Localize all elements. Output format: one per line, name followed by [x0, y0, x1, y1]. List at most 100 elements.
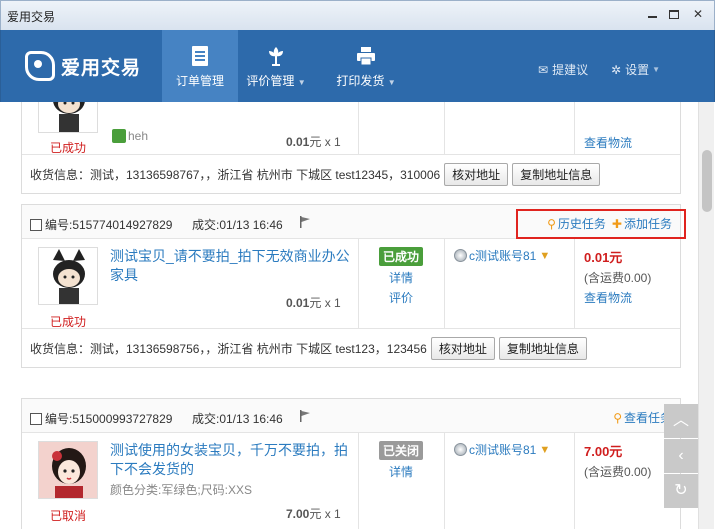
highlight-annotation-box [516, 209, 686, 239]
vertical-scrollbar[interactable] [698, 102, 714, 529]
order-number: 编号:515774014927829 [45, 218, 173, 232]
column-divider [574, 433, 575, 529]
maximize-icon[interactable] [665, 7, 683, 23]
task-links: ⚲ 查看任务 [607, 409, 672, 426]
shipping-info-row: 收货信息：测试，13136598767，，浙江省 杭州市 下城区 test123… [22, 155, 680, 193]
buyer-avatar-icon [454, 443, 467, 456]
window-title: 爱用交易 [7, 10, 56, 24]
search-icon: ⚲ [613, 410, 622, 425]
settings-link[interactable]: ✲ 设置 ▼ [611, 61, 660, 78]
shipping-info-row: 收货信息：测试，13136598756，，浙江省 杭州市 下城区 test123… [22, 329, 680, 367]
mail-icon: ✉ [538, 62, 549, 77]
app-logo: 爱用交易 [25, 50, 141, 82]
order-state: 已成功 [49, 315, 86, 329]
deal-time: 成交:01/13 16:46 [192, 412, 283, 426]
column-divider [444, 102, 445, 154]
refresh-icon: ↻ [674, 482, 688, 499]
order-card: 编号:515000993727829 成交:01/13 16:46 ⚲ 查看任务 … [21, 398, 681, 529]
order-checkbox[interactable] [30, 219, 42, 231]
payment-amount: 7.00元 [584, 444, 623, 459]
details-link[interactable]: 详情 [358, 463, 444, 480]
review-link[interactable]: 评价 [358, 289, 444, 306]
window-titlebar[interactable]: 爱用交易 ✕ [0, 0, 715, 30]
minimize-icon[interactable] [643, 7, 661, 23]
order-card: 已成功 heh 0.01元 x 1 查看物流 收货信息：测试，131365987… [21, 102, 681, 194]
details-link[interactable]: 详情 [358, 269, 444, 286]
status-column: 已关闭 详情 [358, 441, 444, 480]
price-value: 0.01 [286, 296, 310, 310]
chevron-up-icon: ︿ [672, 412, 689, 429]
filter-icon[interactable]: ▼ [539, 250, 550, 262]
order-list[interactable]: 已成功 heh 0.01元 x 1 查看物流 收货信息：测试，131365987… [1, 102, 698, 529]
nav-order-management[interactable]: 订单管理 [162, 30, 238, 102]
order-body: 已取消 测试使用的女装宝贝，千万不要拍，拍下不会发货的 颜色分类:军绿色;尺码:… [22, 433, 680, 529]
price-value: 0.01 [286, 135, 310, 149]
logo-text: 爱用交易 [61, 57, 142, 79]
column-divider [358, 102, 359, 154]
scroll-top-button[interactable]: ︿ [664, 404, 698, 438]
nav-label: 评价管理 [246, 74, 295, 88]
chevron-down-icon: ▼ [652, 65, 660, 74]
suggest-link[interactable]: ✉ 提建议 [538, 61, 588, 78]
item-price: 0.01元 x 1 [286, 133, 341, 150]
status-badge: 已关闭 [378, 441, 423, 460]
gear-icon: ✲ [611, 62, 622, 77]
order-checkbox[interactable] [30, 413, 42, 425]
price-unit: 元 x 1 [309, 135, 341, 149]
nav-label: 订单管理 [175, 74, 224, 88]
collapse-button[interactable]: ‹ [664, 439, 698, 473]
flower-icon [269, 47, 283, 66]
view-logistics-link[interactable]: 查看物流 [584, 289, 651, 306]
item-price: 7.00元 x 1 [286, 505, 341, 522]
refresh-button[interactable]: ↻ [664, 474, 698, 508]
order-state: 已取消 [49, 509, 86, 523]
scrollbar-thumb[interactable] [702, 150, 712, 212]
view-logistics-link[interactable]: 查看物流 [584, 134, 632, 151]
buyer-name[interactable]: heh [112, 129, 148, 143]
shipping-fee-note: (含运费0.00) [584, 271, 652, 285]
shipping-info: 收货信息：测试，13136598767，，浙江省 杭州市 下城区 test123… [30, 167, 441, 182]
order-header: 编号:515000993727829 成交:01/13 16:46 ⚲ 查看任务 [22, 399, 680, 433]
buyer-label: c测试账号81 [469, 249, 537, 263]
product-thumbnail[interactable] [38, 247, 98, 305]
printer-icon [357, 47, 375, 66]
buyer-avatar-icon [454, 249, 467, 262]
shipping-fee-note: (含运费0.00) [584, 465, 652, 479]
payment-amount: 0.01元 [584, 250, 623, 265]
copy-address-button[interactable]: 复制地址信息 [498, 336, 587, 360]
column-divider [574, 239, 575, 328]
order-body: 已成功 heh 0.01元 x 1 查看物流 [22, 102, 680, 155]
verify-address-button[interactable]: 核对地址 [430, 336, 495, 360]
buyer-name[interactable]: c测试账号81 ▼ [454, 441, 550, 458]
chevron-down-icon: ▼ [387, 78, 396, 87]
suggest-label: 提建议 [552, 63, 589, 77]
chevron-down-icon: ▼ [297, 78, 306, 87]
order-number: 编号:515000993727829 [45, 412, 173, 426]
payment-column: 0.01元 (含运费0.00) 查看物流 [584, 247, 651, 306]
shipping-info: 收货信息：测试，13136598756，，浙江省 杭州市 下城区 test123… [30, 341, 427, 356]
product-title-link[interactable]: 测试宝贝_请不要拍_拍下无效商业办公家具 [110, 247, 350, 285]
app-header: 爱用交易 订单管理 评价管理 ▼ 打印发货 ▼ ✉ 提建议 ✲ 设置 ▼ [0, 30, 715, 102]
status-badge: 已成功 [378, 247, 423, 266]
logo-icon [25, 51, 55, 81]
product-thumbnail[interactable] [38, 102, 98, 133]
copy-address-button[interactable]: 复制地址信息 [512, 162, 601, 186]
status-column: 已成功 详情 评价 [358, 247, 444, 306]
chevron-left-icon: ‹ [678, 447, 684, 464]
deal-time: 成交:01/13 16:46 [192, 218, 283, 232]
close-icon[interactable]: ✕ [689, 7, 707, 23]
product-thumbnail[interactable] [38, 441, 98, 499]
flag-icon[interactable] [299, 216, 311, 228]
column-divider [444, 239, 445, 328]
order-state: 已成功 [49, 141, 86, 155]
buyer-name[interactable]: c测试账号81 ▼ [454, 247, 550, 264]
nav-label: 打印发货 [336, 74, 385, 88]
verify-address-button[interactable]: 核对地址 [444, 162, 509, 186]
nav-print-ship[interactable]: 打印发货 ▼ [328, 30, 404, 102]
filter-icon[interactable]: ▼ [539, 444, 550, 456]
column-divider [574, 102, 575, 154]
flag-icon[interactable] [299, 410, 311, 422]
price-value: 7.00 [286, 507, 310, 521]
nav-review-management[interactable]: 评价管理 ▼ [238, 30, 314, 102]
product-title-link[interactable]: 测试使用的女装宝贝，千万不要拍，拍下不会发货的 [110, 441, 350, 479]
